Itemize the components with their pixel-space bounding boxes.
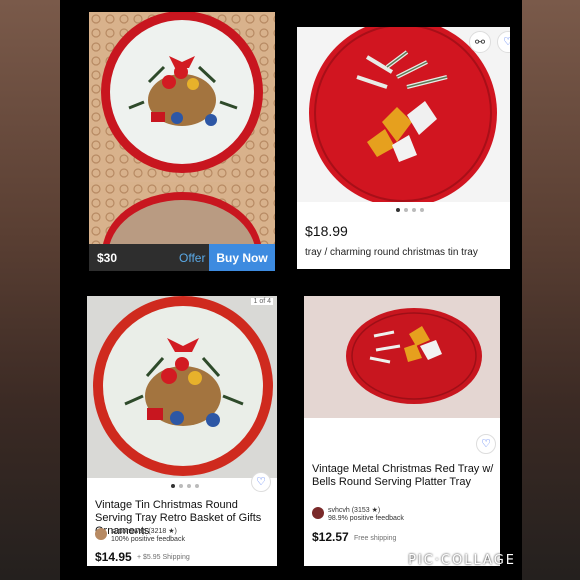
listing-price: $12.57 [312, 530, 349, 544]
share-button[interactable]: ⚯ [469, 31, 491, 53]
blurred-background-left [0, 0, 60, 580]
tray-back-image [89, 182, 275, 271]
shipping-cost: Free shipping [354, 535, 397, 542]
collage-stage: $30 Offer Buy Now ⚯ ♡ $18.99 tray / char… [60, 0, 522, 580]
listing-title[interactable]: tray / charming round christmas tin tray [305, 247, 478, 258]
tray-bells-image [297, 27, 510, 207]
image-counter: 1 of 4 [251, 298, 273, 305]
buy-now-button[interactable]: Buy Now [209, 244, 275, 271]
product-photo: 1 of 4 [87, 296, 277, 478]
tray-basket-image [87, 296, 277, 478]
product-photo [304, 296, 500, 418]
listing-title[interactable]: Vintage Metal Christmas Red Tray w/ Bell… [312, 463, 496, 489]
carousel-dot[interactable] [420, 208, 424, 212]
listing-price: $18.99 [305, 223, 348, 239]
heart-icon: ♡ [481, 438, 491, 450]
carousel-dot[interactable] [412, 208, 416, 212]
image-carousel-dots [171, 484, 199, 488]
price-action-bar: $30 Offer Buy Now [89, 244, 275, 271]
offer-button[interactable]: Offer [179, 251, 205, 265]
tray-bells-image [304, 296, 500, 418]
listing-panel-1: $30 Offer Buy Now [89, 12, 275, 271]
carousel-dot[interactable] [187, 484, 191, 488]
seller-name[interactable]: svhcvh (3153 ★) [328, 506, 380, 514]
seller-feedback: 100% positive feedback [111, 536, 185, 543]
price-label: $30 [97, 251, 118, 265]
listing-panel-2: ⚯ ♡ $18.99 tray / charming round christm… [297, 27, 510, 269]
carousel-dot-active[interactable] [171, 484, 175, 488]
product-photo: ⚯ ♡ [297, 27, 510, 207]
listing-panel-3: 1 of 4 ♡ Vintage Tin Christmas Round Ser… [87, 296, 277, 566]
favorite-button[interactable]: ♡ [251, 472, 271, 492]
listing-panel-4: ♡ Vintage Metal Christmas Red Tray w/ Be… [304, 296, 500, 566]
carousel-dot[interactable] [195, 484, 199, 488]
product-photo-top [89, 12, 275, 180]
blurred-background-right [522, 0, 580, 580]
favorite-button[interactable]: ♡ [476, 434, 496, 454]
carousel-dot-active[interactable] [396, 208, 400, 212]
piccollage-watermark: PIC·COLLAGE [408, 553, 516, 568]
seller-feedback: 98.9% positive feedback [328, 515, 404, 522]
image-carousel-dots [396, 208, 424, 212]
product-photo-bottom [89, 182, 275, 271]
tray-basket-image [89, 12, 275, 180]
carousel-dot[interactable] [404, 208, 408, 212]
heart-icon: ♡ [256, 476, 266, 488]
heart-icon: ♡ [503, 36, 510, 48]
seller-avatar [312, 507, 324, 519]
carousel-dot[interactable] [179, 484, 183, 488]
shipping-cost: + $5.95 Shipping [137, 554, 190, 561]
share-icon: ⚯ [474, 35, 486, 49]
seller-avatar [95, 528, 107, 540]
seller-name[interactable]: suttonswap (3218 ★) [111, 527, 177, 535]
listing-price: $14.95 [95, 550, 132, 564]
